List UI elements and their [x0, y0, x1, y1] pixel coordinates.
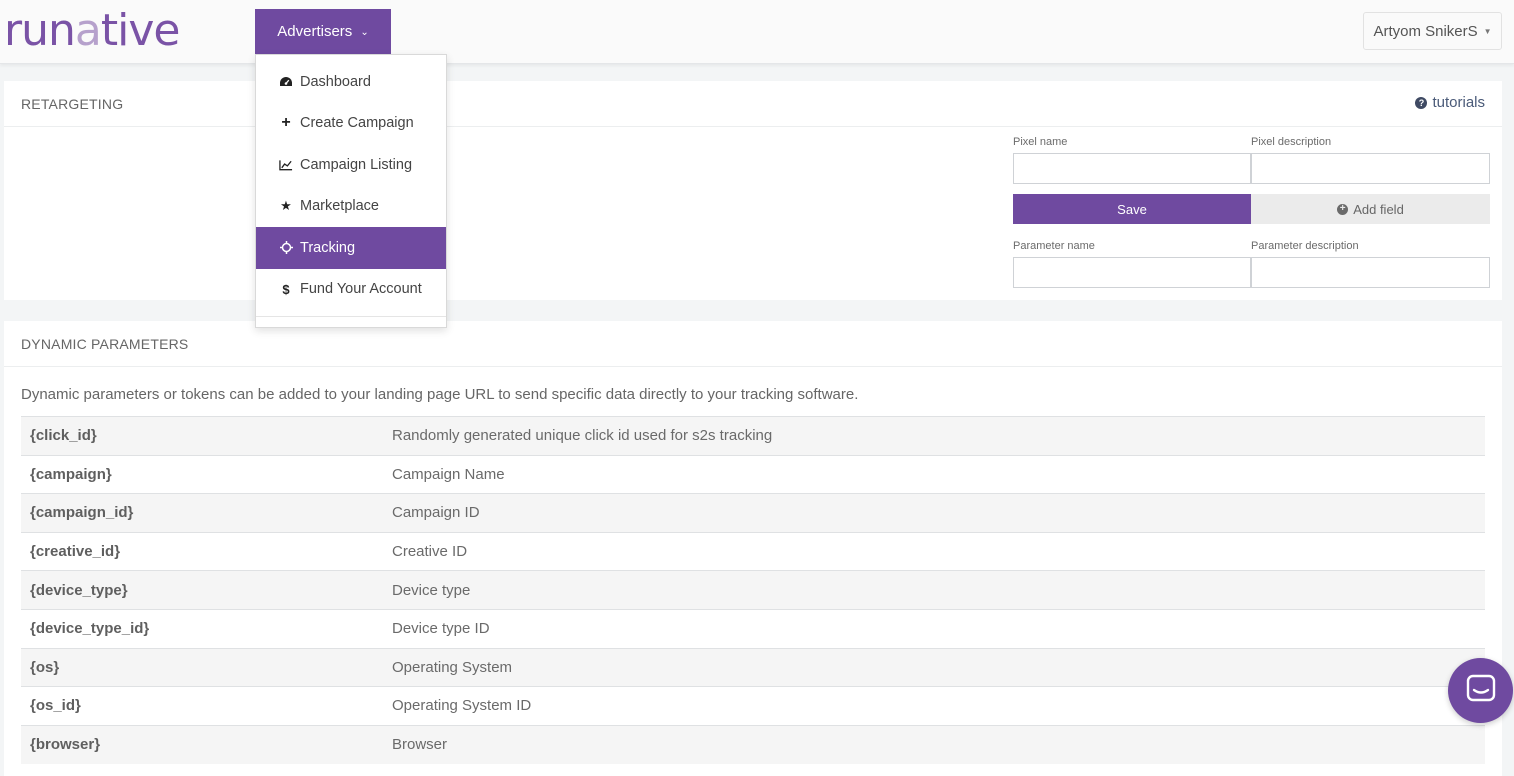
- menu-item-dashboard[interactable]: Dashboard: [256, 61, 446, 103]
- parameter-description-label: Parameter description: [1251, 240, 1359, 252]
- description-cell: Campaign ID: [392, 504, 480, 522]
- token-cell: {campaign}: [30, 465, 112, 483]
- plus-circle-icon: +: [1337, 203, 1349, 215]
- add-field-button[interactable]: + Add field: [1251, 194, 1490, 224]
- menu-item-label: Campaign Listing: [300, 156, 413, 173]
- description-cell: Device type ID: [392, 620, 490, 638]
- logo-text-a: a: [74, 5, 102, 56]
- dynamic-parameters-header: DYNAMIC PARAMETERS: [4, 321, 1502, 367]
- dollar-icon: $: [282, 281, 290, 297]
- token-cell: {os_id}: [30, 697, 81, 715]
- token-cell: {browser}: [30, 736, 101, 754]
- token-cell: {device_type}: [30, 581, 128, 599]
- table-row: {campaign_id} Campaign ID: [21, 493, 1485, 533]
- dynamic-parameters-description: Dynamic parameters or tokens can be adde…: [21, 386, 859, 403]
- description-cell: Randomly generated unique click id used …: [392, 427, 773, 445]
- dynamic-parameters-title: DYNAMIC PARAMETERS: [21, 335, 189, 352]
- table-row: {browser} Browser: [21, 725, 1485, 764]
- pixel-name-input[interactable]: [1013, 153, 1251, 184]
- line-chart-icon: [279, 159, 293, 171]
- menu-item-label: Dashboard: [300, 73, 371, 90]
- menu-item-marketplace[interactable]: ★ Marketplace: [256, 186, 446, 228]
- user-menu-button[interactable]: Artyom SnikerS ▼: [1363, 12, 1502, 50]
- parameter-description-input[interactable]: [1251, 257, 1490, 288]
- parameters-table: {click_id} Randomly generated unique cli…: [21, 416, 1485, 764]
- table-row: {creative_id} Creative ID: [21, 532, 1485, 571]
- dynamic-parameters-panel: DYNAMIC PARAMETERS Dynamic parameters or…: [4, 321, 1502, 776]
- retargeting-title: RETARGETING: [21, 95, 124, 112]
- question-circle-icon: ?: [1415, 96, 1428, 109]
- menu-item-label: Create Campaign: [300, 115, 414, 132]
- description-cell: Operating System: [392, 658, 513, 676]
- logo-text-run: run: [4, 5, 76, 56]
- pixel-description-label: Pixel description: [1251, 136, 1332, 148]
- menu-item-label: Tracking: [300, 239, 356, 256]
- table-row: {campaign} Campaign Name: [21, 455, 1485, 494]
- logo-text-tive: tive: [100, 5, 181, 56]
- user-name: Artyom SnikerS: [1373, 22, 1478, 40]
- pixel-name-label: Pixel name: [1013, 136, 1068, 148]
- token-cell: {os}: [30, 658, 60, 676]
- advertisers-menu-button[interactable]: Advertisers ⌄: [255, 9, 391, 54]
- save-button[interactable]: Save: [1013, 194, 1251, 224]
- description-cell: Operating System ID: [392, 697, 532, 715]
- star-icon: ★: [280, 198, 292, 214]
- plus-icon: +: [281, 114, 291, 132]
- advertisers-dropdown-menu: Dashboard + Create Campaign Campaign Lis…: [255, 54, 447, 328]
- table-row: {device_type_id} Device type ID: [21, 609, 1485, 648]
- table-row: {os} Operating System: [21, 648, 1485, 687]
- description-cell: Creative ID: [392, 543, 468, 561]
- menu-divider: [256, 316, 446, 317]
- menu-item-create-campaign[interactable]: + Create Campaign: [256, 103, 446, 145]
- menu-item-fund-your-account[interactable]: $ Fund Your Account: [256, 269, 446, 311]
- tutorials-link[interactable]: ? tutorials: [1415, 94, 1485, 111]
- token-cell: {creative_id}: [30, 543, 121, 561]
- description-cell: Device type: [392, 581, 471, 599]
- crosshairs-icon: [279, 241, 293, 255]
- parameter-name-input[interactable]: [1013, 257, 1251, 288]
- chevron-down-icon: ⌄: [360, 27, 369, 38]
- runative-logo[interactable]: runative: [4, 5, 181, 56]
- retargeting-panel: RETARGETING ? tutorials Pixel name Pixel…: [4, 81, 1502, 300]
- token-cell: {click_id}: [30, 427, 97, 445]
- description-cell: Browser: [392, 736, 448, 754]
- menu-item-label: Fund Your Account: [300, 281, 422, 298]
- table-row: {device_type} Device type: [21, 570, 1485, 610]
- description-cell: Campaign Name: [392, 465, 505, 483]
- table-row: {click_id} Randomly generated unique cli…: [21, 416, 1485, 456]
- tutorials-label: tutorials: [1432, 94, 1485, 111]
- menu-item-campaign-listing[interactable]: Campaign Listing: [256, 144, 446, 186]
- retargeting-header: RETARGETING: [4, 81, 1502, 127]
- add-field-label: Add field: [1353, 201, 1404, 217]
- table-row: {os_id} Operating System ID: [21, 686, 1485, 726]
- chat-launcher-button[interactable]: [1448, 658, 1513, 723]
- caret-down-icon: ▼: [1483, 26, 1492, 36]
- parameter-name-label: Parameter name: [1013, 240, 1095, 252]
- dashboard-icon: [279, 76, 293, 88]
- token-cell: {device_type_id}: [30, 620, 150, 638]
- menu-item-tracking[interactable]: Tracking: [256, 227, 446, 269]
- token-cell: {campaign_id}: [30, 504, 134, 522]
- chat-icon: [1466, 674, 1496, 707]
- pixel-description-input[interactable]: [1251, 153, 1490, 184]
- advertisers-menu-label: Advertisers: [277, 23, 353, 40]
- top-bar: runative Advertisers ⌄ Artyom SnikerS ▼: [0, 0, 1514, 64]
- menu-item-label: Marketplace: [300, 198, 379, 215]
